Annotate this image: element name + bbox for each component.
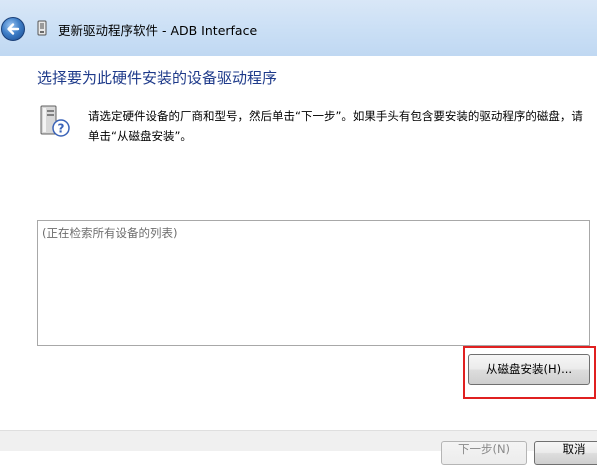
instruction-text: 请选定硬件设备的厂商和型号，然后单击“下一步”。如果手头有包含要安装的驱动程序的… — [88, 109, 583, 143]
hardware-question-icon: ? — [40, 105, 70, 137]
device-list-status: (正在检索所有设备的列表) — [42, 226, 178, 240]
page-heading: 选择要为此硬件安装的设备驱动程序 — [37, 69, 278, 87]
svg-text:?: ? — [58, 122, 65, 136]
cancel-button[interactable]: 取消 — [534, 441, 597, 465]
device-list-box[interactable]: (正在检索所有设备的列表) — [37, 220, 590, 346]
device-icon — [37, 20, 47, 36]
title-bar: 更新驱动程序软件 - ADB Interface — [0, 0, 597, 56]
have-disk-button[interactable]: 从磁盘安装(H)... — [468, 354, 590, 385]
back-button[interactable] — [1, 17, 25, 41]
next-button[interactable]: 下一步(N) — [441, 441, 527, 465]
back-arrow-icon — [7, 23, 20, 35]
window-title: 更新驱动程序软件 - ADB Interface — [58, 23, 258, 38]
